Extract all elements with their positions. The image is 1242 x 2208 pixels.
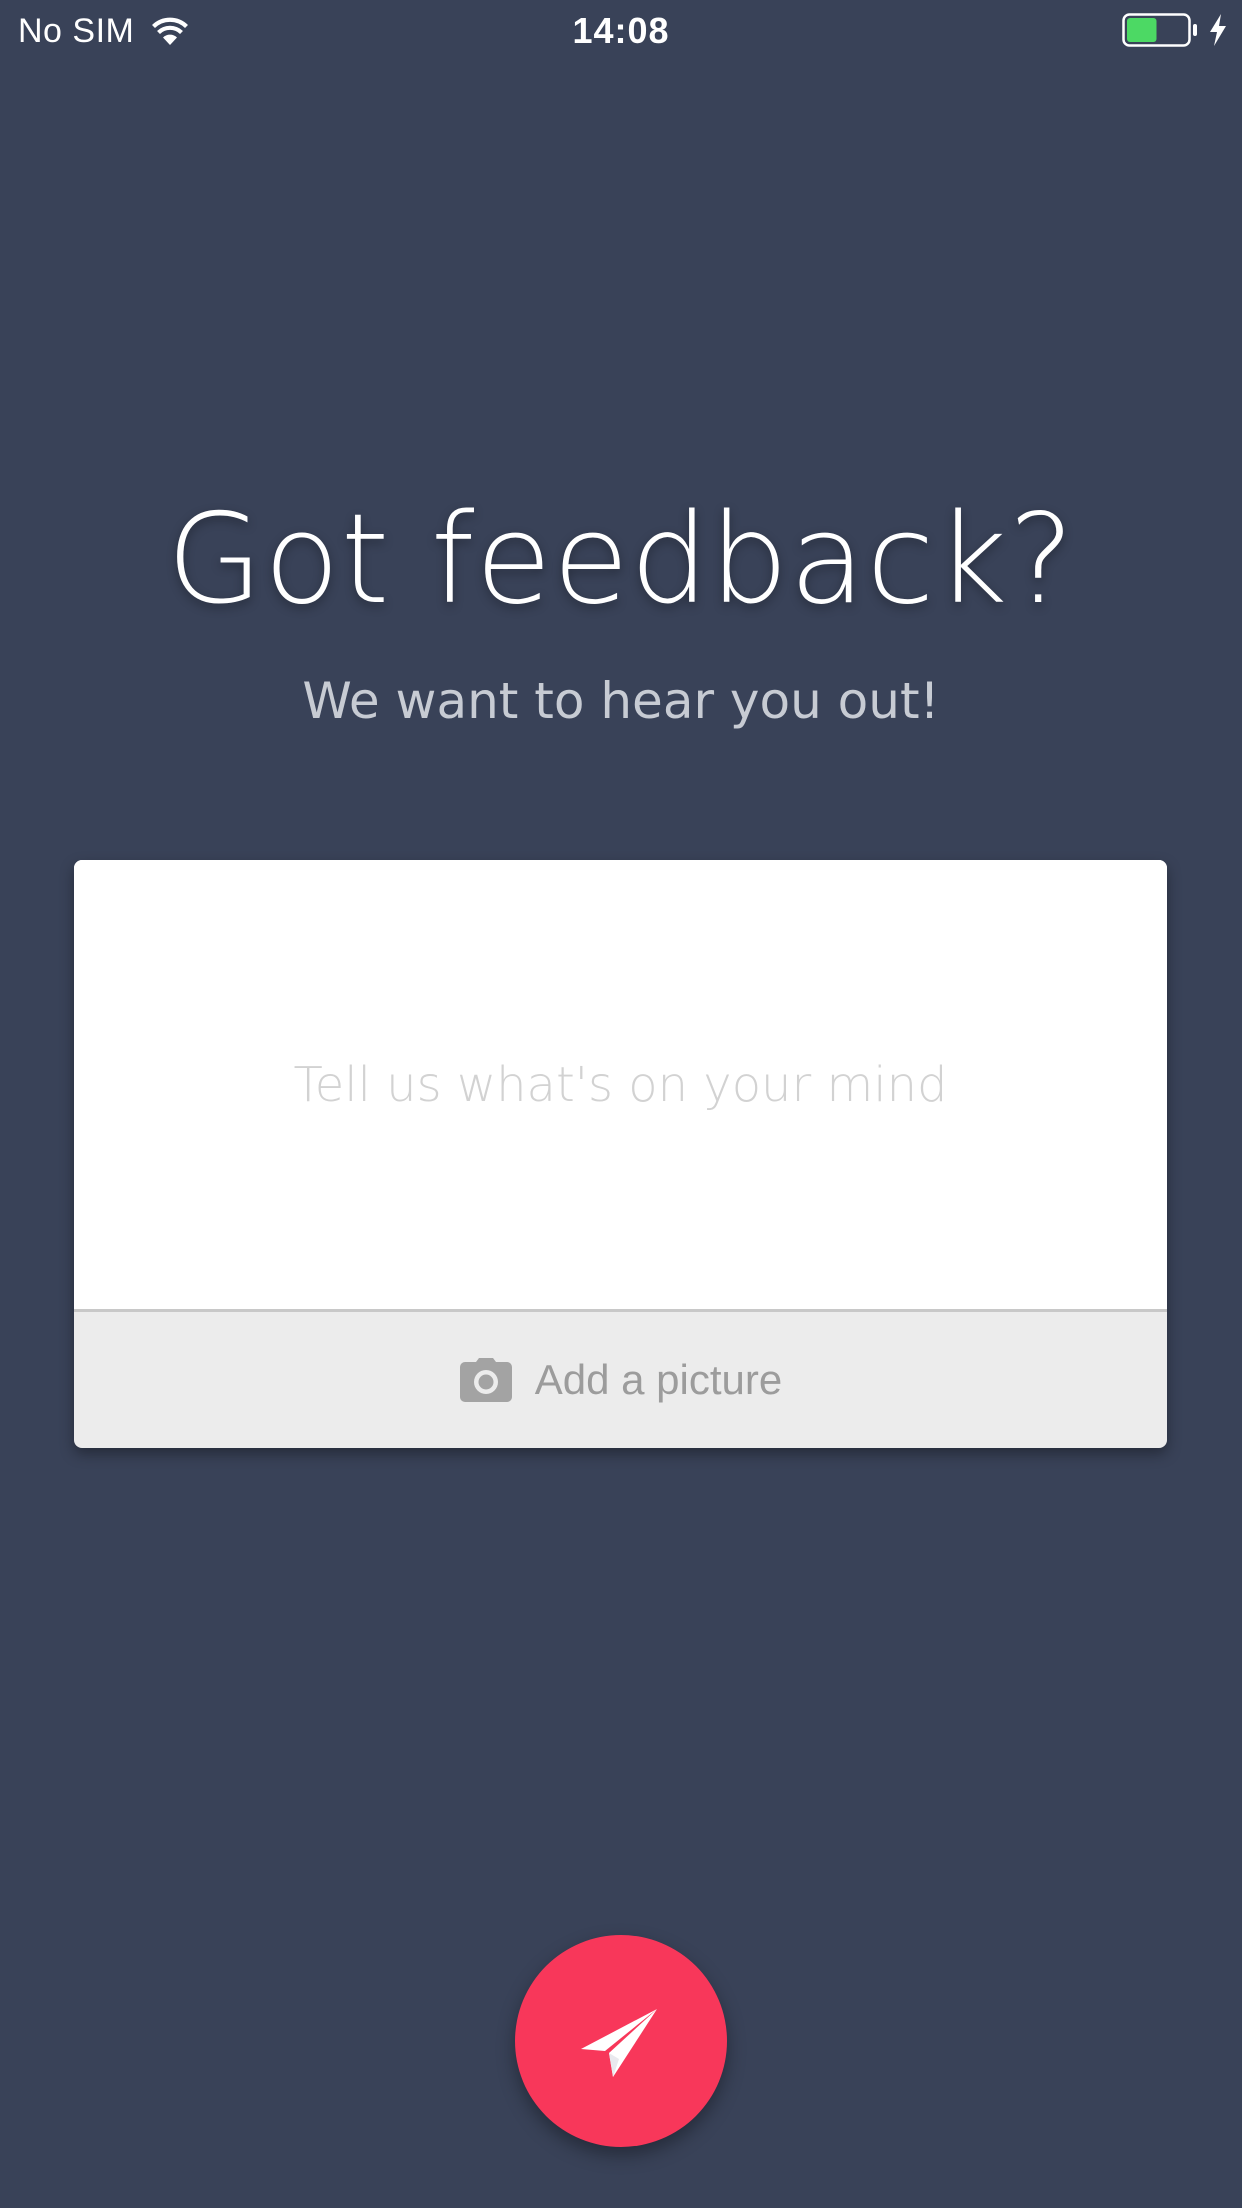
add-picture-label: Add a picture bbox=[534, 1356, 783, 1403]
status-right bbox=[1122, 12, 1228, 48]
battery-icon bbox=[1122, 13, 1197, 47]
feedback-message-placeholder: Tell us what's on your mind bbox=[293, 1056, 948, 1113]
add-picture-button[interactable]: Add a picture bbox=[74, 1312, 1167, 1448]
status-time: 14:08 bbox=[572, 10, 670, 51]
paper-plane-icon bbox=[581, 2009, 657, 2077]
camera-icon bbox=[459, 1358, 512, 1402]
send-feedback-button[interactable] bbox=[515, 1935, 727, 2147]
page-subtitle: We want to hear you out! bbox=[302, 672, 940, 730]
page-title: Got feedback? bbox=[166, 488, 1076, 632]
charging-icon bbox=[1210, 14, 1226, 46]
status-bar: No SIM 14:08 bbox=[0, 0, 1242, 60]
feedback-message-input[interactable]: Tell us what's on your mind bbox=[74, 860, 1167, 1312]
feedback-card: Tell us what's on your mind Add a pictur… bbox=[74, 860, 1167, 1448]
